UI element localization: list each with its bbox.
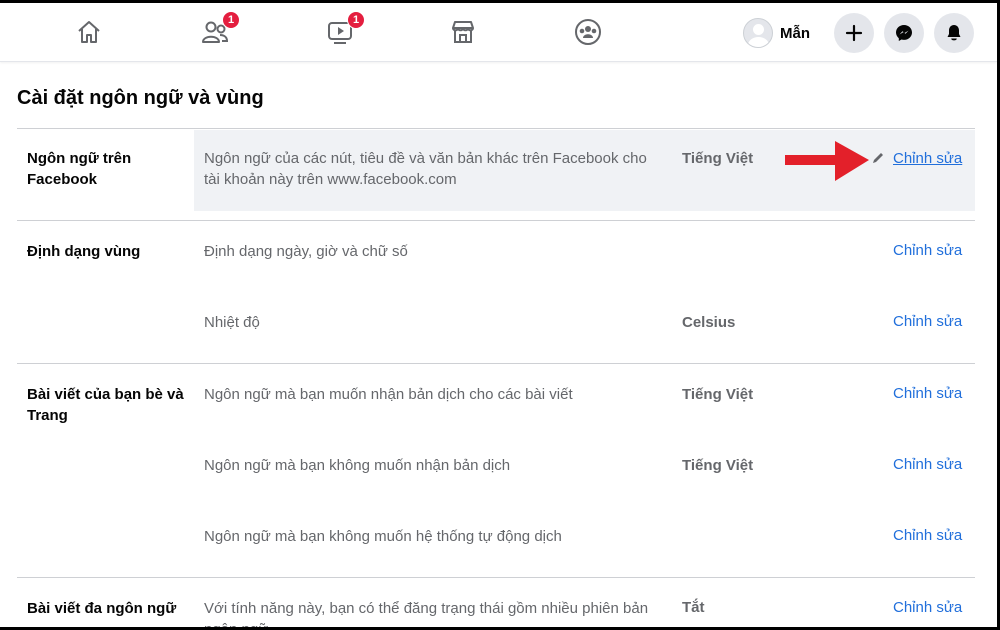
- facebook-language-value: Tiếng Việt: [682, 150, 754, 167]
- section-label-posts-from-friends: Bài viết của bạn bè và Trang: [27, 386, 184, 424]
- home-icon: [78, 21, 100, 43]
- groups-icon: [575, 19, 601, 45]
- no-translation-value: Tiếng Việt: [682, 457, 754, 474]
- facebook-settings-window: 1 1 Mẫn Cài đặt ngôn ngữ và vùng Ngôn ng…: [0, 3, 997, 627]
- divider: [17, 220, 975, 221]
- edit-no-translation-link[interactable]: Chỉnh sửa: [893, 456, 962, 473]
- divider: [17, 128, 975, 129]
- translate-posts-value: Tiếng Việt: [682, 386, 754, 403]
- divider: [17, 363, 975, 364]
- messenger-icon: [896, 25, 912, 41]
- section-label-region-format: Định dạng vùng: [27, 243, 141, 260]
- groups-tab[interactable]: [571, 15, 605, 49]
- multilingual-posts-description: Với tính năng này, bạn có thể đăng trạng…: [204, 600, 649, 627]
- friends-tab[interactable]: 1: [198, 11, 240, 49]
- edit-translate-posts-link[interactable]: Chỉnh sửa: [893, 385, 962, 402]
- temperature-value: Celsius: [682, 314, 736, 331]
- top-navigation-bar: 1 1 Mẫn: [0, 3, 997, 62]
- marketplace-icon: [452, 21, 474, 43]
- messenger-button[interactable]: [884, 13, 924, 53]
- section-label-facebook-language: Ngôn ngữ trên Facebook: [27, 150, 132, 188]
- multilingual-posts-value: Tắt: [682, 599, 705, 616]
- no-auto-translate-description: Ngôn ngữ mà bạn không muốn hệ thống tự đ…: [204, 528, 562, 545]
- home-tab[interactable]: [72, 15, 106, 49]
- edit-multilingual-posts-link[interactable]: Chỉnh sửa: [893, 599, 962, 616]
- section-label-multilingual-posts: Bài viết đa ngôn ngữ: [27, 600, 177, 617]
- temperature-description: Nhiệt độ: [204, 314, 260, 331]
- page-title: Cài đặt ngôn ngữ và vùng: [17, 87, 264, 109]
- edit-no-auto-translate-link[interactable]: Chỉnh sửa: [893, 527, 962, 544]
- watch-tab[interactable]: 1: [323, 11, 365, 49]
- profile-button[interactable]: Mẫn: [743, 17, 810, 49]
- marketplace-tab[interactable]: [446, 15, 480, 49]
- notifications-button[interactable]: [934, 13, 974, 53]
- edit-facebook-language-link[interactable]: Chỉnh sửa: [893, 150, 962, 167]
- region-date-format-description: Định dạng ngày, giờ và chữ số: [204, 243, 408, 260]
- divider: [17, 577, 975, 578]
- red-arrow-annotation: [785, 141, 869, 181]
- pencil-icon: [873, 153, 883, 163]
- profile-name: Mẫn: [780, 24, 810, 42]
- no-translation-description: Ngôn ngữ mà bạn không muốn nhận bản dịch: [204, 457, 511, 474]
- edit-temperature-link[interactable]: Chỉnh sửa: [893, 313, 962, 330]
- facebook-language-description: Ngôn ngữ của các nút, tiêu đề và văn bản…: [204, 150, 647, 188]
- plus-icon: [845, 24, 863, 42]
- translate-posts-description: Ngôn ngữ mà bạn muốn nhận bản dịch cho c…: [204, 386, 573, 403]
- friends-notification-badge: 1: [222, 11, 240, 29]
- avatar: [743, 18, 773, 48]
- watch-notification-badge: 1: [347, 11, 365, 29]
- edit-date-format-link[interactable]: Chỉnh sửa: [893, 242, 962, 259]
- notifications-icon: [947, 25, 961, 41]
- create-button[interactable]: [834, 13, 874, 53]
